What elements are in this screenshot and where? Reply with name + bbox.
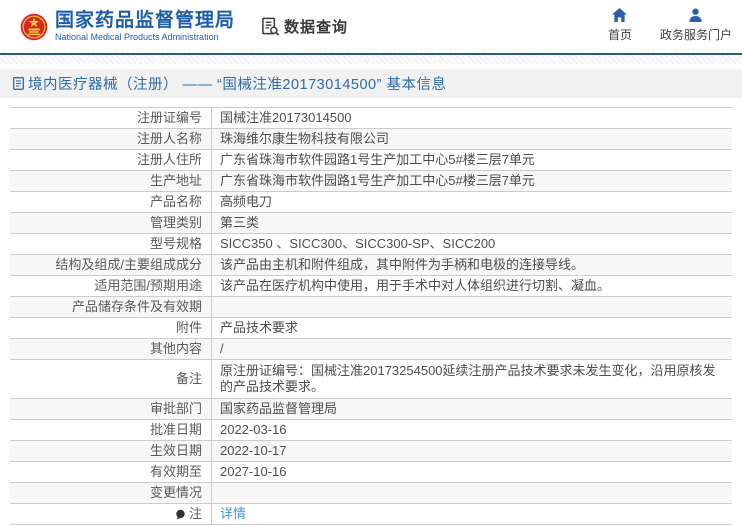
table-row: 注册证编号 国械注准20173014500: [10, 108, 732, 129]
data-query-menu[interactable]: 数据查询: [261, 16, 348, 37]
row-value: 高频电刀: [220, 194, 273, 209]
row-value: 该产品在医疗机构中使用，用于手术中对人体组织进行切割、凝血。: [220, 278, 611, 293]
row-label: 结构及组成/主要组成成分: [10, 255, 212, 275]
row-value: 产品技术要求: [220, 320, 299, 335]
row-value: 国家药品监督管理局: [220, 401, 338, 416]
row-label: 生效日期: [10, 441, 212, 461]
note-label: 注: [188, 506, 202, 521]
row-label: 有效期至: [10, 462, 212, 482]
row-label: 管理类别: [10, 213, 212, 233]
table-row: 生产地址 广东省珠海市软件园路1号生产加工中心5#楼三层7单元: [10, 171, 732, 192]
row-value: [212, 483, 732, 503]
org-name-en: National Medical Products Administration: [55, 31, 219, 42]
row-value: SICC350 、SICC300、SICC300-SP、SICC200: [220, 236, 496, 251]
row-label: 注: [10, 504, 212, 524]
row-label: 批准日期: [10, 420, 212, 440]
table-row: 注册人名称 珠海维尔康生物科技有限公司: [10, 129, 732, 150]
row-value: 2022-10-17: [220, 443, 287, 458]
table-row: 结构及组成/主要组成成分 该产品由主机和附件组成，其中附件为手柄和电极的连接导线…: [10, 255, 732, 276]
row-value: 第三类: [220, 215, 260, 230]
row-label: 审批部门: [10, 399, 212, 419]
page-icon: [13, 77, 24, 90]
table-row: 产品名称 高频电刀: [10, 192, 732, 213]
user-icon: [689, 8, 703, 22]
table-row: 其他内容 /: [10, 339, 732, 360]
row-value: 珠海维尔康生物科技有限公司: [220, 131, 390, 146]
registration-info-table: 注册证编号 国械注准20173014500 注册人名称 珠海维尔康生物科技有限公…: [10, 107, 732, 525]
table-row: 变更情况: [10, 483, 732, 504]
table-row: 附件 产品技术要求: [10, 318, 732, 339]
national-emblem-icon: [20, 13, 48, 40]
title-bar: 境内医疗器械（注册） —— “国械注准20173014500” 基本信息: [0, 69, 742, 98]
org-name-zh: 国家药品监督管理局: [55, 9, 236, 31]
hatch-divider: [0, 55, 742, 64]
nav-home-label: 首页: [607, 28, 632, 42]
table-row: 有效期至 2027-10-16: [10, 462, 732, 483]
row-label: 其他内容: [10, 339, 212, 359]
row-label: 注册人住所: [10, 150, 212, 170]
row-label: 备注: [10, 360, 212, 398]
row-value: 原注册证编号：国械注准20173254500延续注册产品技术要求未发生变化，沿用…: [220, 363, 716, 394]
row-value: 广东省珠海市软件园路1号生产加工中心5#楼三层7单元: [220, 152, 535, 167]
table-row: 管理类别 第三类: [10, 213, 732, 234]
row-value: [212, 297, 732, 317]
site-header: 国家药品监督管理局 National Medical Products Admi…: [0, 0, 742, 55]
table-row: 适用范围/预期用途 该产品在医疗机构中使用，用于手术中对人体组织进行切割、凝血。: [10, 276, 732, 297]
row-label: 型号规格: [10, 234, 212, 254]
row-value: 该产品由主机和附件组成，其中附件为手柄和电极的连接导线。: [220, 257, 585, 272]
table-row-note: 注 详情: [10, 504, 732, 525]
nav-home[interactable]: 首页: [608, 8, 632, 43]
row-label: 产品储存条件及有效期: [10, 297, 212, 317]
row-value: 2022-03-16: [220, 422, 287, 437]
row-value: 详情: [212, 504, 732, 524]
row-label: 注册人名称: [10, 129, 212, 149]
page-title: 境内医疗器械（注册） —— “国械注准20173014500” 基本信息: [28, 77, 447, 93]
data-query-label: 数据查询: [284, 19, 349, 36]
top-nav: 首页 政务服务门户: [580, 8, 732, 43]
table-row: 注册人住所 广东省珠海市软件园路1号生产加工中心5#楼三层7单元: [10, 150, 732, 171]
row-label: 产品名称: [10, 192, 212, 212]
row-label: 生产地址: [10, 171, 212, 191]
table-row: 备注 原注册证编号：国械注准20173254500延续注册产品技术要求未发生变化…: [10, 360, 732, 399]
table-row: 审批部门 国家药品监督管理局: [10, 399, 732, 420]
note-bubble-icon: [176, 509, 185, 519]
row-label: 适用范围/预期用途: [10, 276, 212, 296]
table-row: 产品储存条件及有效期: [10, 297, 732, 318]
nav-portal[interactable]: 政务服务门户: [660, 8, 732, 43]
document-search-icon: [262, 17, 280, 36]
row-value: 国械注准20173014500: [220, 110, 352, 125]
detail-link[interactable]: 详情: [220, 506, 246, 522]
row-value: 2027-10-16: [220, 464, 287, 479]
row-value: /: [220, 341, 224, 356]
row-label: 注册证编号: [10, 108, 212, 128]
row-value: 广东省珠海市软件园路1号生产加工中心5#楼三层7单元: [220, 173, 535, 188]
table-row: 型号规格 SICC350 、SICC300、SICC300-SP、SICC200: [10, 234, 732, 255]
home-icon: [612, 8, 628, 22]
nav-portal-label: 政务服务门户: [659, 28, 732, 42]
table-row: 生效日期 2022-10-17: [10, 441, 732, 462]
nmpa-logo[interactable]: 国家药品监督管理局 National Medical Products Admi…: [20, 9, 236, 42]
row-label: 附件: [10, 318, 212, 338]
row-label: 变更情况: [10, 483, 212, 503]
table-row: 批准日期 2022-03-16: [10, 420, 732, 441]
